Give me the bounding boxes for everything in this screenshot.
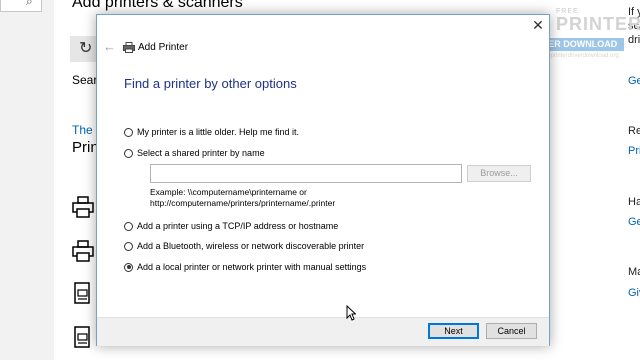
related-heading: Ha [628,196,640,208]
radio-button[interactable] [124,241,133,251]
cancel-button[interactable]: Cancel [486,323,537,339]
search-icon[interactable]: ⌕ [26,0,33,8]
watermark-printer-text: PRINTER [556,14,640,34]
next-button[interactable]: Next [428,323,479,339]
mouse-cursor-icon [346,305,356,321]
page-title: Add printers & scanners [72,0,243,11]
dialog-title: Add Printer [138,42,189,53]
printers-section-heading: Prin [72,139,99,156]
option-local-manual[interactable]: Add a local printer or network printer w… [124,260,366,274]
settings-nav-strip [0,0,54,360]
option-label: Add a printer using a TCP/IP address or … [137,221,339,231]
option-older-printer[interactable]: My printer is a little older. Help me fi… [124,125,299,139]
add-printer-dialog: ✕ ← Add Printer Find a printer by other … [96,14,550,346]
printer-icon [123,42,135,53]
related-heading: Re [628,125,640,137]
back-arrow-icon[interactable]: ← [103,39,116,54]
option-label: My printer is a little older. Help me fi… [137,127,300,137]
example-text: Example: \\computername\printername or h… [150,187,335,209]
option-tcpip[interactable]: Add a printer using a TCP/IP address or … [124,219,338,233]
related-link[interactable]: Pri [628,145,640,157]
example-line: Example: \\computername\printername or [150,187,307,197]
radio-button-selected[interactable] [124,262,133,272]
dialog-footer [97,317,549,346]
radio-button[interactable] [124,127,133,137]
browse-button[interactable]: Browse... [467,165,531,182]
related-settings-column: If y scan driv Ge Re Pri Ha Ge Ma Giv [624,0,640,360]
close-button[interactable]: ✕ [526,15,550,35]
fax-printer-icon[interactable] [72,326,94,348]
fax-printer-icon[interactable] [72,282,94,304]
related-text: driv [628,34,640,46]
refresh-icon: ↻ [79,40,93,57]
related-link[interactable]: Ge [628,216,640,228]
radio-button[interactable] [124,148,133,158]
shared-printer-name-input[interactable] [150,164,462,183]
related-link[interactable]: Giv [628,287,640,299]
option-label: Add a local printer or network printer w… [137,262,367,272]
related-heading: Ma [628,266,640,278]
related-link[interactable]: Ge [628,75,640,87]
option-label: Add a Bluetooth, wireless or network dis… [137,241,365,251]
option-bluetooth-wireless[interactable]: Add a Bluetooth, wireless or network dis… [124,239,364,253]
example-line: http://computername/printers/printername… [150,198,336,208]
option-label: Select a shared printer by name [137,148,265,158]
printer-icon[interactable] [72,196,94,218]
dialog-heading: Find a printer by other options [124,76,297,91]
settings-search-box[interactable] [0,0,42,12]
printer-icon[interactable] [72,240,94,262]
radio-button[interactable] [124,221,133,231]
option-shared-printer[interactable]: Select a shared printer by name [124,146,265,160]
